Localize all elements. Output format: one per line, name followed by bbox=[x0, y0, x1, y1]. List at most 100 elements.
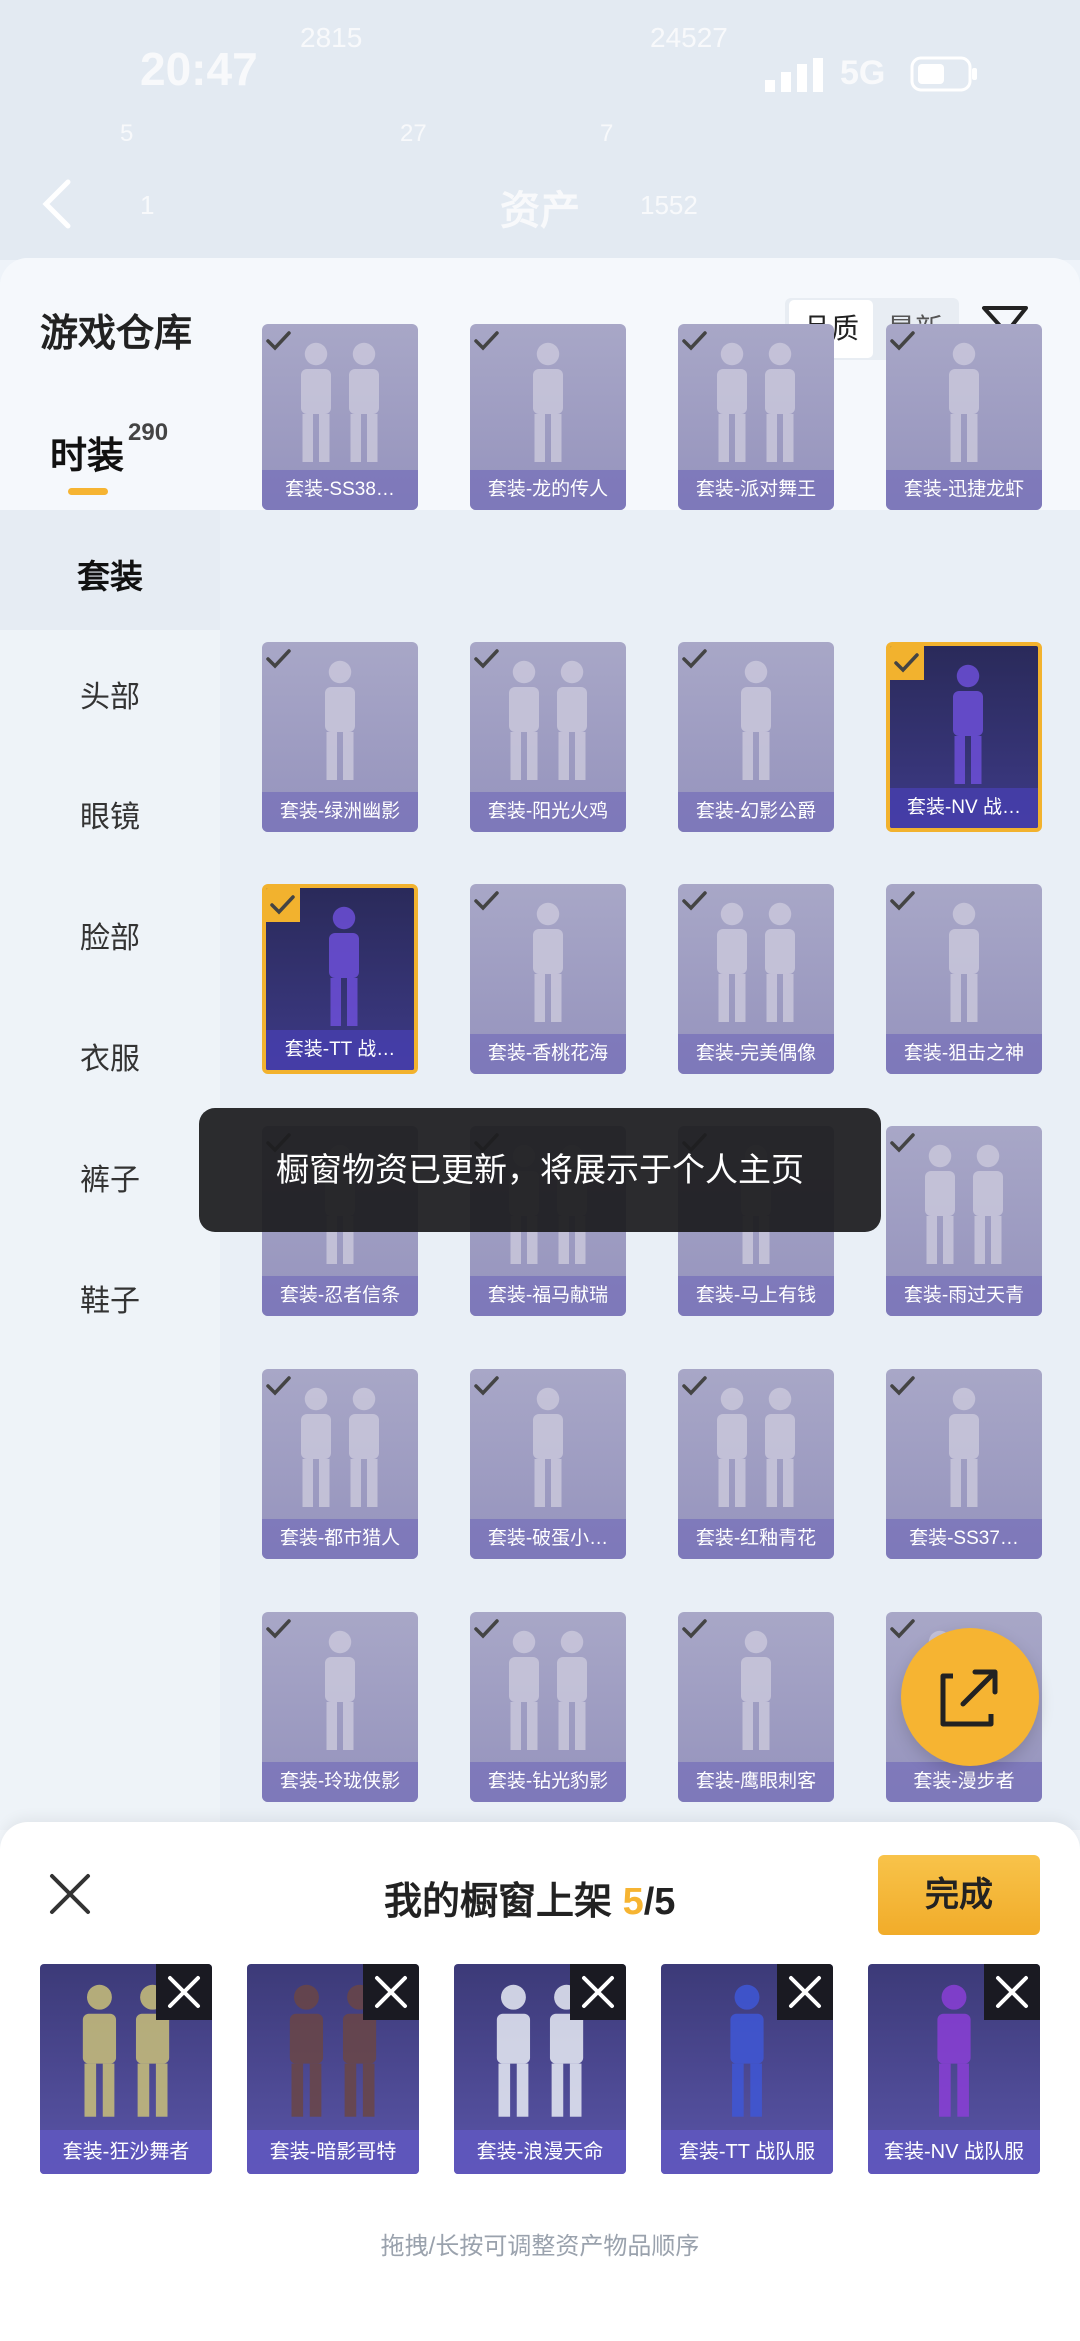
item-label: 套装-马上有钱 bbox=[678, 1276, 834, 1316]
showcase-title-text: 我的橱窗上架 bbox=[384, 1881, 623, 1923]
check-icon bbox=[678, 642, 712, 676]
showcase-title: 我的橱窗上架 5/5 bbox=[384, 1870, 675, 1925]
remove-icon[interactable] bbox=[777, 1964, 833, 2020]
showcase-item-label: 套装-TT 战队服 bbox=[661, 2130, 833, 2174]
item-label: 套装-钻光豹影 bbox=[470, 1762, 626, 1802]
bg-number: 1552 bbox=[640, 190, 698, 220]
item-card[interactable]: 套装-NV 战… bbox=[886, 642, 1042, 832]
item-label: 套装-绿洲幽影 bbox=[262, 792, 418, 832]
check-icon bbox=[678, 324, 712, 358]
category-pants[interactable]: 裤子 bbox=[0, 1155, 220, 1199]
tab-count: 290 bbox=[128, 419, 169, 446]
check-icon bbox=[262, 324, 296, 358]
category-clothes[interactable]: 衣服 bbox=[0, 1034, 220, 1078]
showcase-item-label: 套装-狂沙舞者 bbox=[40, 2130, 212, 2174]
item-card[interactable]: 套装-香桃花海 bbox=[470, 884, 626, 1074]
item-card[interactable]: 套装-龙的传人 bbox=[470, 324, 626, 510]
check-icon bbox=[890, 646, 924, 680]
item-card[interactable]: 套装-派对舞王 bbox=[678, 324, 834, 510]
bg-number: 5 bbox=[120, 120, 134, 147]
item-label: 套装-红釉青花 bbox=[678, 1519, 834, 1559]
check-icon bbox=[470, 884, 504, 918]
item-card[interactable]: 套装-幻影公爵 bbox=[678, 642, 834, 832]
item-label: 套装-破蛋小… bbox=[470, 1519, 626, 1559]
item-label: 套装-雨过天青 bbox=[886, 1276, 1042, 1316]
category-head[interactable]: 头部 bbox=[0, 672, 220, 716]
check-icon bbox=[470, 1612, 504, 1646]
reorder-hint: 拖拽/长按可调整资产物品顺序 bbox=[380, 2233, 700, 2260]
item-label: 套装-玲珑侠影 bbox=[262, 1762, 418, 1802]
item-card[interactable]: 套装-都市猎人 bbox=[262, 1369, 418, 1559]
showcase-count: 5 bbox=[622, 1881, 644, 1923]
check-icon bbox=[470, 324, 504, 358]
check-icon bbox=[262, 1612, 296, 1646]
showcase-item[interactable]: 套装-浪漫天命 bbox=[454, 1964, 626, 2174]
warehouse-title: 游戏仓库 bbox=[40, 313, 193, 355]
item-card[interactable]: 套装-玲珑侠影 bbox=[262, 1612, 418, 1802]
showcase-item[interactable]: 套装-狂沙舞者 bbox=[40, 1964, 212, 2174]
showcase-item-label: 套装-暗影哥特 bbox=[247, 2130, 419, 2174]
showcase-total: /5 bbox=[643, 1881, 676, 1923]
item-label: 套装-阳光火鸡 bbox=[470, 792, 626, 832]
remove-icon[interactable] bbox=[156, 1964, 212, 2020]
close-icon[interactable] bbox=[48, 1872, 92, 1921]
remove-icon[interactable] bbox=[984, 1964, 1040, 2020]
bg-number: 2815 bbox=[300, 22, 363, 53]
bg-number: 24527 bbox=[650, 22, 728, 53]
item-label: 套装-香桃花海 bbox=[470, 1034, 626, 1074]
status-time: 20:47 bbox=[140, 43, 258, 95]
check-icon bbox=[678, 1369, 712, 1403]
back-icon[interactable] bbox=[36, 176, 76, 237]
item-card[interactable]: 套装-SS37… bbox=[886, 1369, 1042, 1559]
header-title: 资产 bbox=[500, 189, 580, 233]
item-card[interactable]: 套装-钻光豹影 bbox=[470, 1612, 626, 1802]
share-button[interactable] bbox=[901, 1628, 1039, 1766]
category-glasses[interactable]: 眼镜 bbox=[0, 792, 220, 836]
toast-message: 橱窗物资已更新，将展示于个人主页 bbox=[199, 1108, 881, 1232]
share-icon bbox=[940, 1669, 998, 1727]
check-icon bbox=[886, 324, 920, 358]
bg-number: 27 bbox=[400, 120, 427, 147]
check-icon bbox=[470, 642, 504, 676]
signal-icon bbox=[765, 58, 827, 97]
item-card[interactable]: 套装-鹰眼刺客 bbox=[678, 1612, 834, 1802]
item-card[interactable]: 套装-绿洲幽影 bbox=[262, 642, 418, 832]
check-icon bbox=[470, 1369, 504, 1403]
item-label: 套装-鹰眼刺客 bbox=[678, 1762, 834, 1802]
item-label: 套装-福马献瑞 bbox=[470, 1276, 626, 1316]
item-label: 套装-TT 战… bbox=[266, 1030, 414, 1070]
item-card[interactable]: 套装-阳光火鸡 bbox=[470, 642, 626, 832]
showcase-item-label: 套装-浪漫天命 bbox=[454, 2130, 626, 2174]
item-card[interactable]: 套装-SS38… bbox=[262, 324, 418, 510]
showcase-item[interactable]: 套装-暗影哥特 bbox=[247, 1964, 419, 2174]
item-card[interactable]: 套装-TT 战… bbox=[262, 884, 418, 1074]
check-icon bbox=[886, 884, 920, 918]
item-label: 套装-狙击之神 bbox=[886, 1034, 1042, 1074]
showcase-item[interactable]: 套装-TT 战队服 bbox=[661, 1964, 833, 2174]
remove-icon[interactable] bbox=[570, 1964, 626, 2020]
check-icon bbox=[886, 1126, 920, 1160]
item-card[interactable]: 套装-完美偶像 bbox=[678, 884, 834, 1074]
done-button[interactable]: 完成 bbox=[878, 1855, 1040, 1935]
network-type: 5G bbox=[840, 54, 886, 92]
bg-number: 1 bbox=[140, 190, 155, 220]
item-card[interactable]: 套装-破蛋小… bbox=[470, 1369, 626, 1559]
item-card[interactable]: 套装-红釉青花 bbox=[678, 1369, 834, 1559]
item-card[interactable]: 套装-狙击之神 bbox=[886, 884, 1042, 1074]
remove-icon[interactable] bbox=[363, 1964, 419, 2020]
showcase-item[interactable]: 套装-NV 战队服 bbox=[868, 1964, 1040, 2174]
item-label: 套装-幻影公爵 bbox=[678, 792, 834, 832]
item-card[interactable]: 套装-雨过天青 bbox=[886, 1126, 1042, 1316]
showcase-item-label: 套装-NV 战队服 bbox=[868, 2130, 1040, 2174]
category-suit[interactable]: 套装 bbox=[0, 550, 220, 598]
check-icon bbox=[886, 1369, 920, 1403]
item-label: 套装-龙的传人 bbox=[470, 470, 626, 510]
check-icon bbox=[678, 884, 712, 918]
item-card[interactable]: 套装-迅捷龙虾 bbox=[886, 324, 1042, 510]
tab-fashion[interactable]: 时装290 bbox=[50, 419, 168, 479]
bg-number: 7 bbox=[600, 120, 614, 147]
category-shoes[interactable]: 鞋子 bbox=[0, 1276, 220, 1320]
active-tab-indicator bbox=[68, 488, 108, 495]
category-face[interactable]: 脸部 bbox=[0, 913, 220, 957]
check-icon bbox=[262, 1369, 296, 1403]
